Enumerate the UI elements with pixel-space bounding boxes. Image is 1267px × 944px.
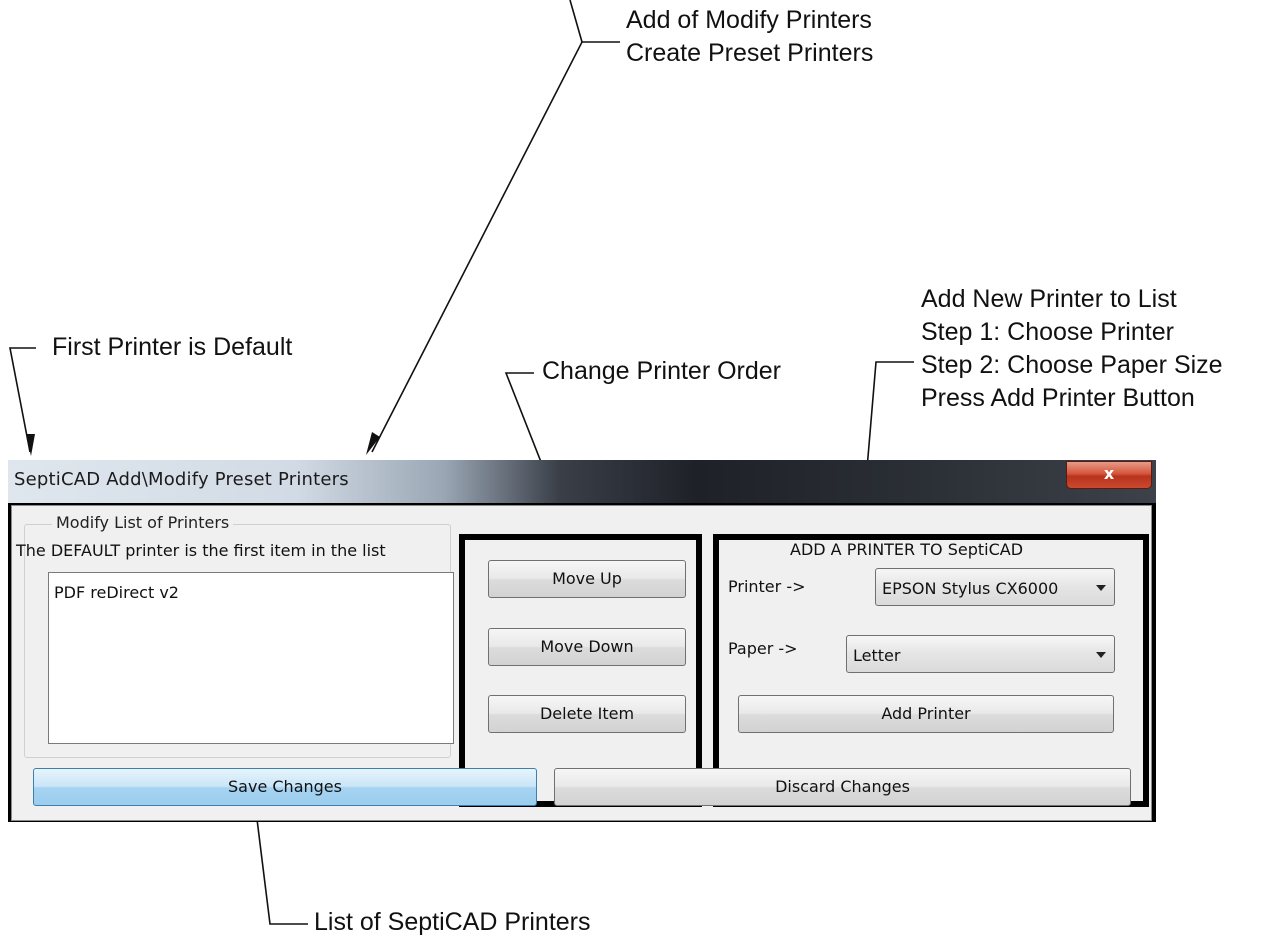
default-printer-note: The DEFAULT printer is the first item in… bbox=[16, 541, 386, 560]
callout-line: Add New Printer to List bbox=[921, 285, 1177, 313]
printer-select[interactable]: EPSON Stylus CX6000 bbox=[875, 568, 1115, 606]
close-icon: x bbox=[1103, 464, 1115, 483]
callout-list: List of SeptiCAD Printers bbox=[314, 908, 591, 936]
add-printer-button[interactable]: Add Printer bbox=[738, 695, 1114, 733]
callout-add-new: Add New Printer to List Step 1: Choose P… bbox=[921, 283, 1223, 415]
dialog-window: SeptiCAD Add\Modify Preset Printers x Mo… bbox=[8, 460, 1156, 822]
callout-line: Add of Modify Printers bbox=[626, 6, 872, 34]
window-title: SeptiCAD Add\Modify Preset Printers bbox=[14, 469, 349, 490]
printer-label: Printer -> bbox=[728, 577, 806, 596]
save-changes-button[interactable]: Save Changes bbox=[33, 768, 537, 806]
chevron-down-icon bbox=[1096, 585, 1106, 591]
move-up-button[interactable]: Move Up bbox=[488, 560, 686, 598]
chevron-down-icon bbox=[1096, 652, 1106, 658]
callout-line: Create Preset Printers bbox=[626, 39, 874, 67]
delete-item-button[interactable]: Delete Item bbox=[488, 695, 686, 733]
paper-select[interactable]: Letter bbox=[846, 635, 1115, 673]
callout-line: Press Add Printer Button bbox=[921, 384, 1195, 412]
group-legend: Modify List of Printers bbox=[52, 513, 234, 532]
paper-label: Paper -> bbox=[728, 639, 798, 658]
callout-add-modify: Add of Modify Printers Create Preset Pri… bbox=[626, 4, 873, 70]
arrowhead-first-default bbox=[26, 434, 35, 456]
move-down-button[interactable]: Move Down bbox=[488, 628, 686, 666]
add-printer-header: ADD A PRINTER TO SeptiCAD bbox=[790, 540, 1024, 559]
close-button[interactable]: x bbox=[1066, 461, 1152, 489]
printer-listbox[interactable]: PDF reDirect v2 bbox=[48, 572, 454, 744]
discard-changes-button[interactable]: Discard Changes bbox=[554, 768, 1131, 806]
callout-line: Step 1: Choose Printer bbox=[921, 318, 1174, 346]
callout-change-order: Change Printer Order bbox=[542, 357, 782, 385]
paper-select-value: Letter bbox=[853, 646, 901, 665]
leader-top bbox=[371, 41, 620, 453]
printer-select-value: EPSON Stylus CX6000 bbox=[882, 579, 1059, 598]
callout-first-default: First Printer is Default bbox=[52, 333, 293, 361]
list-item[interactable]: PDF reDirect v2 bbox=[49, 573, 453, 602]
callout-line: Step 2: Choose Paper Size bbox=[921, 351, 1223, 379]
dialog-client-area: Modify List of Printers The DEFAULT prin… bbox=[11, 505, 1152, 821]
title-bar[interactable]: SeptiCAD Add\Modify Preset Printers x bbox=[8, 460, 1156, 503]
